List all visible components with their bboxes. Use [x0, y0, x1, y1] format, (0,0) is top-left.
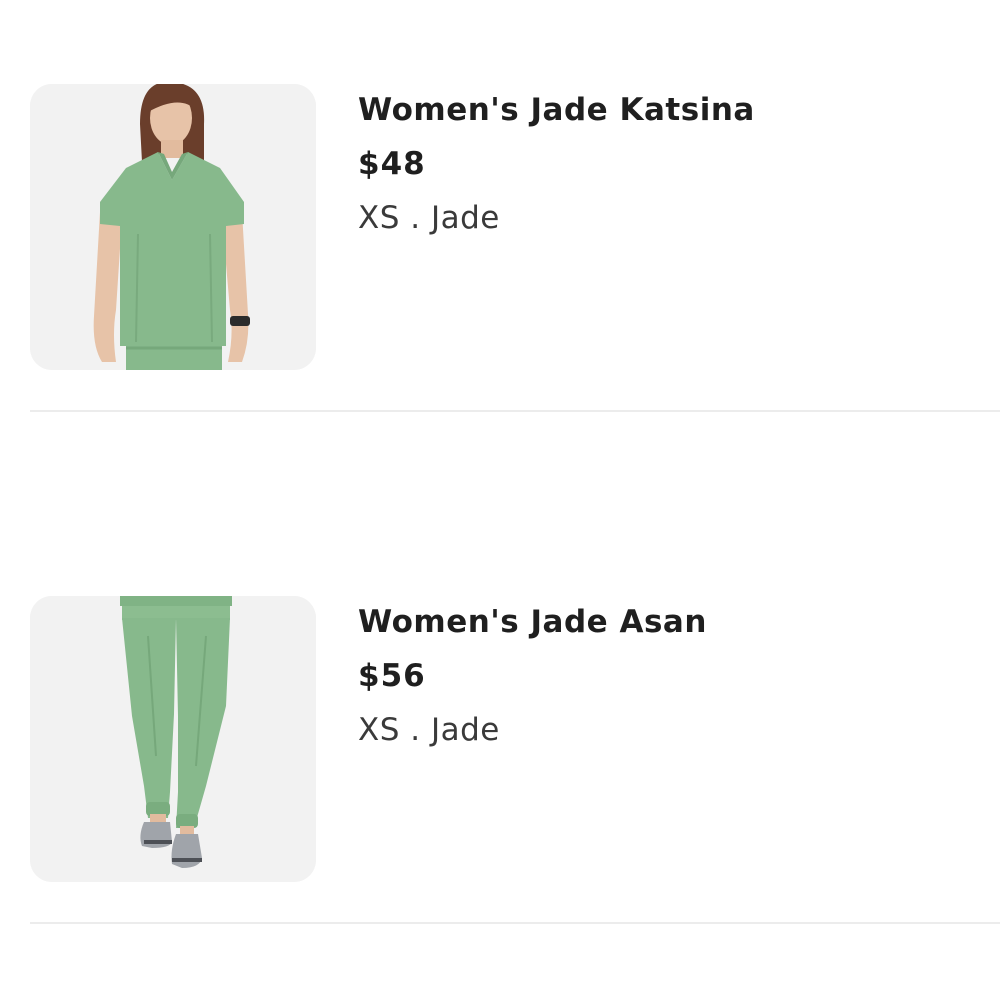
- product-name[interactable]: Women's Jade Asan: [358, 600, 978, 644]
- scrub-top-illustration: [30, 84, 316, 370]
- product-price: $48: [358, 146, 426, 182]
- divider: [30, 922, 1000, 924]
- product-info: Women's Jade Katsina $48 XS . Jade: [358, 88, 978, 240]
- scrub-pants-illustration: [30, 596, 316, 882]
- product-image[interactable]: [30, 84, 316, 370]
- divider: [30, 410, 1000, 412]
- product-name[interactable]: Women's Jade Katsina: [358, 88, 978, 132]
- product-variant: XS . Jade: [358, 712, 500, 748]
- product-image[interactable]: [30, 596, 316, 882]
- product-variant: XS . Jade: [358, 200, 500, 236]
- product-price: $56: [358, 658, 426, 694]
- product-info: Women's Jade Asan $56 XS . Jade: [358, 600, 978, 752]
